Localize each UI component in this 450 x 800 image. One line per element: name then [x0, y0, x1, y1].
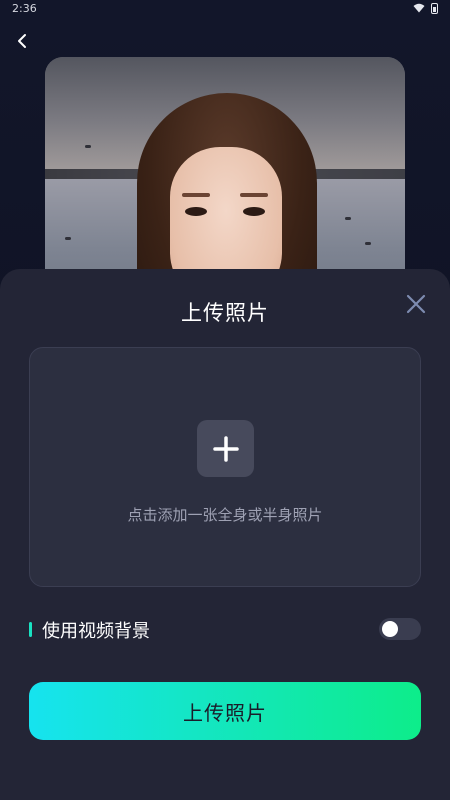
plus-icon — [212, 435, 239, 462]
wifi-icon — [413, 3, 425, 13]
add-photo-button[interactable] — [197, 420, 254, 477]
back-button[interactable] — [12, 30, 34, 52]
photo-upload-area[interactable]: 点击添加一张全身或半身照片 — [29, 347, 421, 587]
accent-bar — [29, 622, 32, 637]
chevron-left-icon — [18, 34, 26, 48]
video-background-row: 使用视频背景 — [29, 615, 421, 645]
screen: 2:36 上传照片 点击添加一张全身或半身照片 使用视频背景 上传照片 — [0, 0, 450, 800]
video-background-toggle[interactable] — [379, 618, 421, 640]
status-icons — [413, 3, 438, 14]
status-bar: 2:36 — [0, 0, 450, 20]
close-button[interactable] — [403, 291, 429, 317]
toggle-knob — [382, 621, 398, 637]
upload-hint: 点击添加一张全身或半身照片 — [127, 506, 323, 524]
sheet-title: 上传照片 — [181, 301, 269, 325]
battery-icon — [431, 3, 438, 14]
upload-sheet: 上传照片 点击添加一张全身或半身照片 使用视频背景 上传照片 — [0, 269, 450, 800]
upload-photo-button[interactable]: 上传照片 — [29, 682, 421, 740]
status-time: 2:36 — [12, 2, 37, 15]
close-icon — [406, 294, 426, 314]
video-background-label: 使用视频背景 — [42, 621, 150, 642]
